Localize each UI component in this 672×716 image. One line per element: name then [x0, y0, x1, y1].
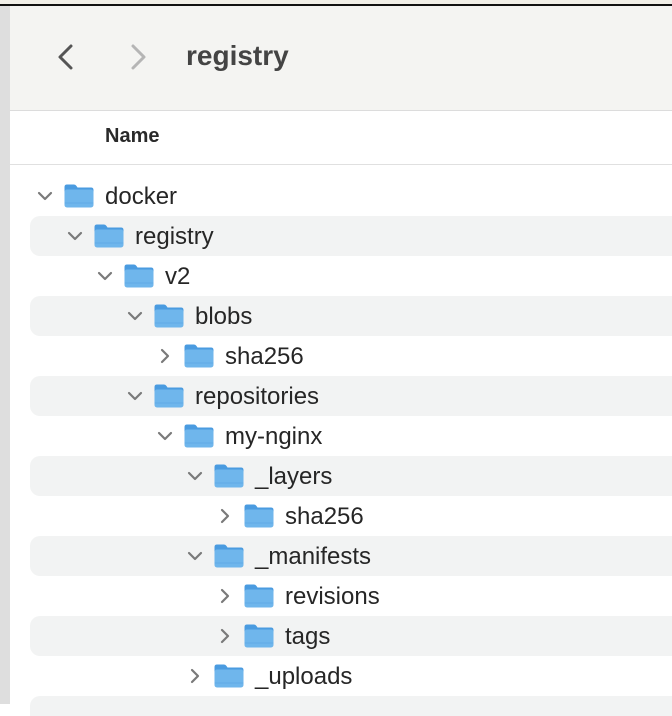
folder-name[interactable]: _layers [255, 463, 332, 491]
back-button[interactable] [52, 42, 82, 72]
tree-row[interactable]: repositories [10, 376, 672, 416]
disclosure-collapsed-icon[interactable] [215, 586, 235, 606]
folder-name[interactable]: registry [135, 223, 214, 251]
disclosure-expanded-icon[interactable] [155, 426, 175, 446]
folder-name[interactable]: my-nginx [225, 423, 322, 451]
disclosure-expanded-icon[interactable] [125, 386, 145, 406]
disclosure-expanded-icon[interactable] [65, 226, 85, 246]
tree-row[interactable]: blobs [10, 296, 672, 336]
folder-icon [184, 424, 214, 448]
disclosure-expanded-icon[interactable] [185, 466, 205, 486]
folder-name[interactable]: revisions [285, 583, 380, 611]
window-title: registry [186, 40, 289, 71]
tree-row[interactable]: sha256 [10, 336, 672, 376]
empty-striped-row [30, 696, 672, 716]
folder-icon [124, 264, 154, 288]
folder-name[interactable]: v2 [165, 263, 190, 291]
folder-name[interactable]: sha256 [285, 503, 364, 531]
folder-name[interactable]: repositories [195, 383, 319, 411]
chevron-right-icon [131, 44, 146, 70]
disclosure-expanded-icon[interactable] [185, 546, 205, 566]
tree-row[interactable]: _layers [10, 456, 672, 496]
folder-icon [184, 344, 214, 368]
tree-row[interactable]: my-nginx [10, 416, 672, 456]
disclosure-expanded-icon[interactable] [125, 306, 145, 326]
folder-icon [244, 584, 274, 608]
tree-row[interactable]: _manifests [10, 536, 672, 576]
sidebar-edge [0, 6, 10, 704]
folder-name[interactable]: _manifests [255, 543, 371, 571]
folder-icon [244, 504, 274, 528]
tree-row[interactable]: tags [10, 616, 672, 656]
folder-icon [214, 464, 244, 488]
tree-row[interactable]: sha256 [10, 496, 672, 536]
folder-icon [64, 184, 94, 208]
folder-name[interactable]: _uploads [255, 663, 352, 691]
folder-icon [214, 544, 244, 568]
disclosure-collapsed-icon[interactable] [215, 626, 235, 646]
folder-name[interactable]: blobs [195, 303, 252, 331]
name-column-header[interactable]: Name [105, 125, 159, 148]
folder-name[interactable]: tags [285, 623, 330, 651]
folder-name[interactable]: docker [105, 183, 177, 211]
file-tree: docker registry v2 blobs sha256 repositories m… [10, 176, 672, 696]
folder-icon [244, 624, 274, 648]
disclosure-collapsed-icon[interactable] [215, 506, 235, 526]
tree-row[interactable]: revisions [10, 576, 672, 616]
tree-row[interactable]: _uploads [10, 656, 672, 696]
chevron-left-icon [58, 44, 73, 70]
folder-name[interactable]: sha256 [225, 343, 304, 371]
disclosure-collapsed-icon[interactable] [155, 346, 175, 366]
disclosure-expanded-icon[interactable] [35, 186, 55, 206]
disclosure-expanded-icon[interactable] [95, 266, 115, 286]
folder-icon [94, 224, 124, 248]
forward-button[interactable] [122, 42, 152, 72]
folder-icon [154, 384, 184, 408]
folder-icon [154, 304, 184, 328]
column-header: Name [10, 111, 672, 165]
tree-row[interactable]: registry [10, 216, 672, 256]
disclosure-collapsed-icon[interactable] [185, 666, 205, 686]
tree-row[interactable]: docker [10, 176, 672, 216]
tree-row[interactable]: v2 [10, 256, 672, 296]
folder-icon [214, 664, 244, 688]
toolbar: registry [10, 6, 672, 111]
